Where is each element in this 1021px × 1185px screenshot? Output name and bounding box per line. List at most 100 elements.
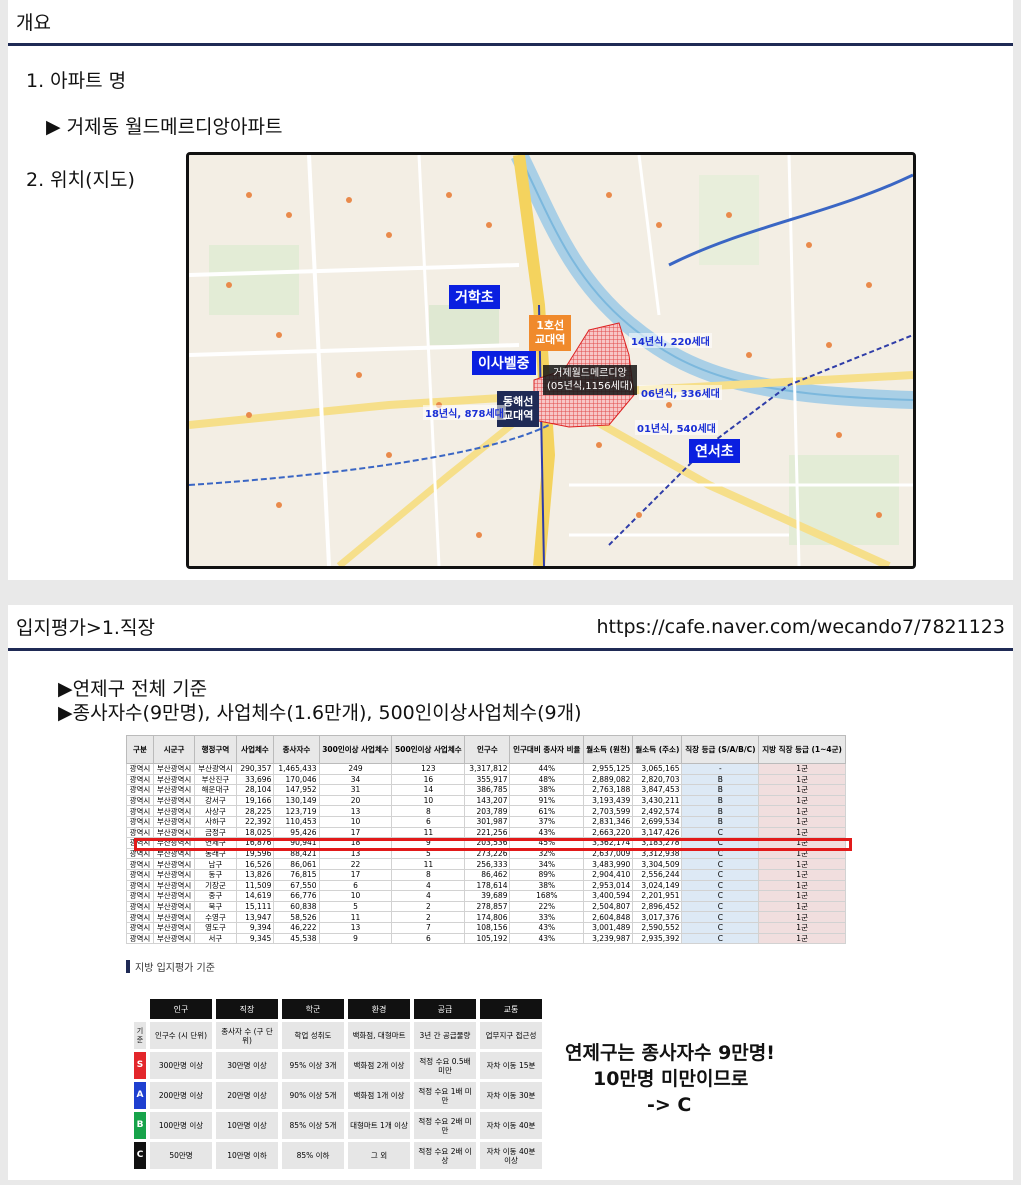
criteria-title-text: 지방 입지평가 기준 (135, 963, 215, 974)
table-cell: 3,183,278 (632, 837, 683, 849)
criteria-col-header: 공급 (414, 999, 476, 1019)
criteria-cell: 자차 이동 40분 이상 (480, 1142, 542, 1169)
location-map[interactable]: 거학초 이사벨중 연서초 1호선 교대역 동해선 교대역 거제월드메르디앙 (0… (186, 152, 916, 569)
table-cell: 1군 (758, 879, 846, 892)
employment-col-header[interactable]: 500인이상 사업체수 (391, 735, 466, 764)
table-row: 광역시 부산광역시 연제구 16,876 90,941 18 9 203,536 45% 3,36… (126, 837, 846, 849)
source-url[interactable]: https://cafe.naver.com/wecando7/7821123 (597, 616, 1005, 638)
table-cell: 9,394 (235, 921, 275, 934)
table-cell: 남구 (194, 858, 237, 870)
table-cell: 60,838 (273, 900, 320, 913)
school-label-isabel: 이사벨중 (472, 351, 536, 375)
table-cell: 3,362,174 (583, 837, 634, 849)
table-cell: 15,111 (235, 900, 275, 913)
table-cell: 3,065,165 (632, 763, 683, 775)
table-cell: 278,857 (464, 900, 511, 913)
table-cell: B (681, 815, 760, 828)
table-cell: 39,689 (464, 890, 511, 902)
employment-col-header[interactable]: 행정구역 (194, 735, 237, 764)
table-cell: B (681, 773, 760, 786)
table-cell: 부산광역시 (152, 826, 196, 839)
employment-col-header[interactable]: 직장 등급 (S/A/B/C) (681, 735, 760, 764)
table-cell: 5 (391, 847, 466, 860)
table-cell: 광역시 (126, 911, 154, 923)
table-cell: 1군 (758, 911, 846, 923)
table-cell: 부산광역시 (152, 858, 196, 870)
table-cell: 8 (391, 868, 466, 881)
table-cell: 동구 (194, 868, 237, 881)
employment-col-header[interactable]: 300인이상 사업체수 (318, 735, 393, 764)
table-cell: 광역시 (126, 879, 154, 892)
table-cell: 2,201,951 (632, 890, 683, 902)
table-cell: 사하구 (194, 815, 237, 828)
table-cell: 부산광역시 (152, 837, 196, 849)
grade-badge: S (134, 1052, 146, 1079)
table-cell: 6 (391, 932, 466, 945)
table-cell: 28,104 (235, 784, 275, 796)
employment-col-header[interactable]: 시군구 (152, 735, 196, 764)
table-cell: 부산광역시 (152, 890, 196, 902)
table-cell: 광역시 (126, 773, 154, 786)
employment-col-header[interactable]: 인구수 (464, 735, 511, 764)
table-cell: 1군 (758, 900, 846, 913)
table-cell: 67,550 (273, 879, 320, 892)
station1-line: 1호선 (536, 319, 565, 332)
table-cell: 38% (509, 784, 585, 796)
employment-col-header[interactable]: 지방 직장 등급 (1~4군) (758, 735, 846, 764)
table-cell: 290,357 (235, 763, 275, 775)
criteria-col-header: 직장 (216, 999, 278, 1019)
employment-col-header[interactable]: 월소득 (주소) (632, 735, 683, 764)
criteria-cell: 100만명 이상 (150, 1112, 212, 1139)
summary-bullet-1: ▶연제구 전체 기준 (58, 678, 208, 700)
table-cell: 14,619 (235, 890, 275, 902)
table-cell: 1군 (758, 773, 846, 786)
table-cell: 1군 (758, 763, 846, 775)
criteria-cell: 95% 이상 3개 (282, 1052, 344, 1079)
apartment-note-06: 06년식, 336세대 (639, 385, 722, 400)
table-cell: 부산광역시 (152, 879, 196, 892)
table-cell: 19,166 (235, 794, 275, 807)
table-cell: 18,025 (235, 826, 275, 839)
employment-col-header[interactable]: 구분 (126, 735, 154, 764)
grade-badge: A (134, 1082, 146, 1109)
conclusion-note: 연제구는 종사자수 9만명! 10만명 미만이므로 -> C (565, 1040, 775, 1118)
employment-col-header[interactable]: 월소득 (원천) (583, 735, 634, 764)
table-cell: 2,504,807 (583, 900, 634, 913)
employment-col-header[interactable]: 사업체수 (235, 735, 275, 764)
table-cell: 147,952 (273, 784, 320, 796)
criteria-cell: 300만명 이상 (150, 1052, 212, 1079)
criteria-cell: 자차 이동 15분 (480, 1052, 542, 1079)
table-row: 광역시 부산광역시 수영구 13,947 58,526 11 2 174,806 33% 2,60… (126, 911, 846, 923)
apartment-name-heading: 1. 아파트 명 (26, 70, 127, 92)
grade-badge: C (134, 1142, 146, 1169)
table-cell: 부산광역시 (152, 900, 196, 913)
table-row: 광역시 부산광역시 동구 13,826 76,815 17 8 86,462 89% 2,904,… (126, 868, 846, 881)
table-cell: 4 (391, 879, 466, 892)
table-cell: 2,889,082 (583, 773, 634, 786)
target-apartment-label: 거제월드메르디앙 (05년식,1156세대) (543, 365, 637, 395)
table-cell: C (681, 911, 760, 923)
table-cell: 2,703,599 (583, 805, 634, 817)
conclusion-line-2: 10만명 미만이므로 (593, 1068, 749, 1090)
table-cell: 금정구 (194, 826, 237, 839)
table-cell: 34% (509, 858, 585, 870)
table-cell: 43% (509, 826, 585, 839)
employment-col-header[interactable]: 종사자수 (273, 735, 320, 764)
table-cell: 1군 (758, 921, 846, 934)
employment-col-header[interactable]: 인구대비 종사자 비율 (509, 735, 585, 764)
table-row: 광역시 부산광역시 금정구 18,025 95,426 17 11 221,256 43% 2,6… (126, 826, 846, 839)
criteria-cell: 85% 이하 (282, 1142, 344, 1169)
table-cell: 86,462 (464, 868, 511, 881)
table-cell: 해운대구 (194, 784, 237, 796)
table-row: 광역시 부산광역시 해운대구 28,104 147,952 31 14 386,785 38% 2… (126, 784, 846, 796)
table-cell: 76,815 (273, 868, 320, 881)
table-cell: 부산광역시 (152, 805, 196, 817)
table-cell: 부산광역시 (152, 815, 196, 828)
table-cell: 3,304,509 (632, 858, 683, 870)
overview-title: 개요 (16, 12, 51, 34)
criteria-table: 인구 직장 학군 환경 공급 교통 기준 인구수 (시 단위) 종사자 수 (구 단위) 학업 … (130, 996, 546, 1172)
table-cell: 6 (318, 879, 393, 892)
table-cell: C (681, 890, 760, 902)
table-cell: 서구 (194, 932, 237, 945)
table-row: 광역시 부산광역시 강서구 19,166 130,149 20 10 143,207 91% 3,… (126, 794, 846, 807)
